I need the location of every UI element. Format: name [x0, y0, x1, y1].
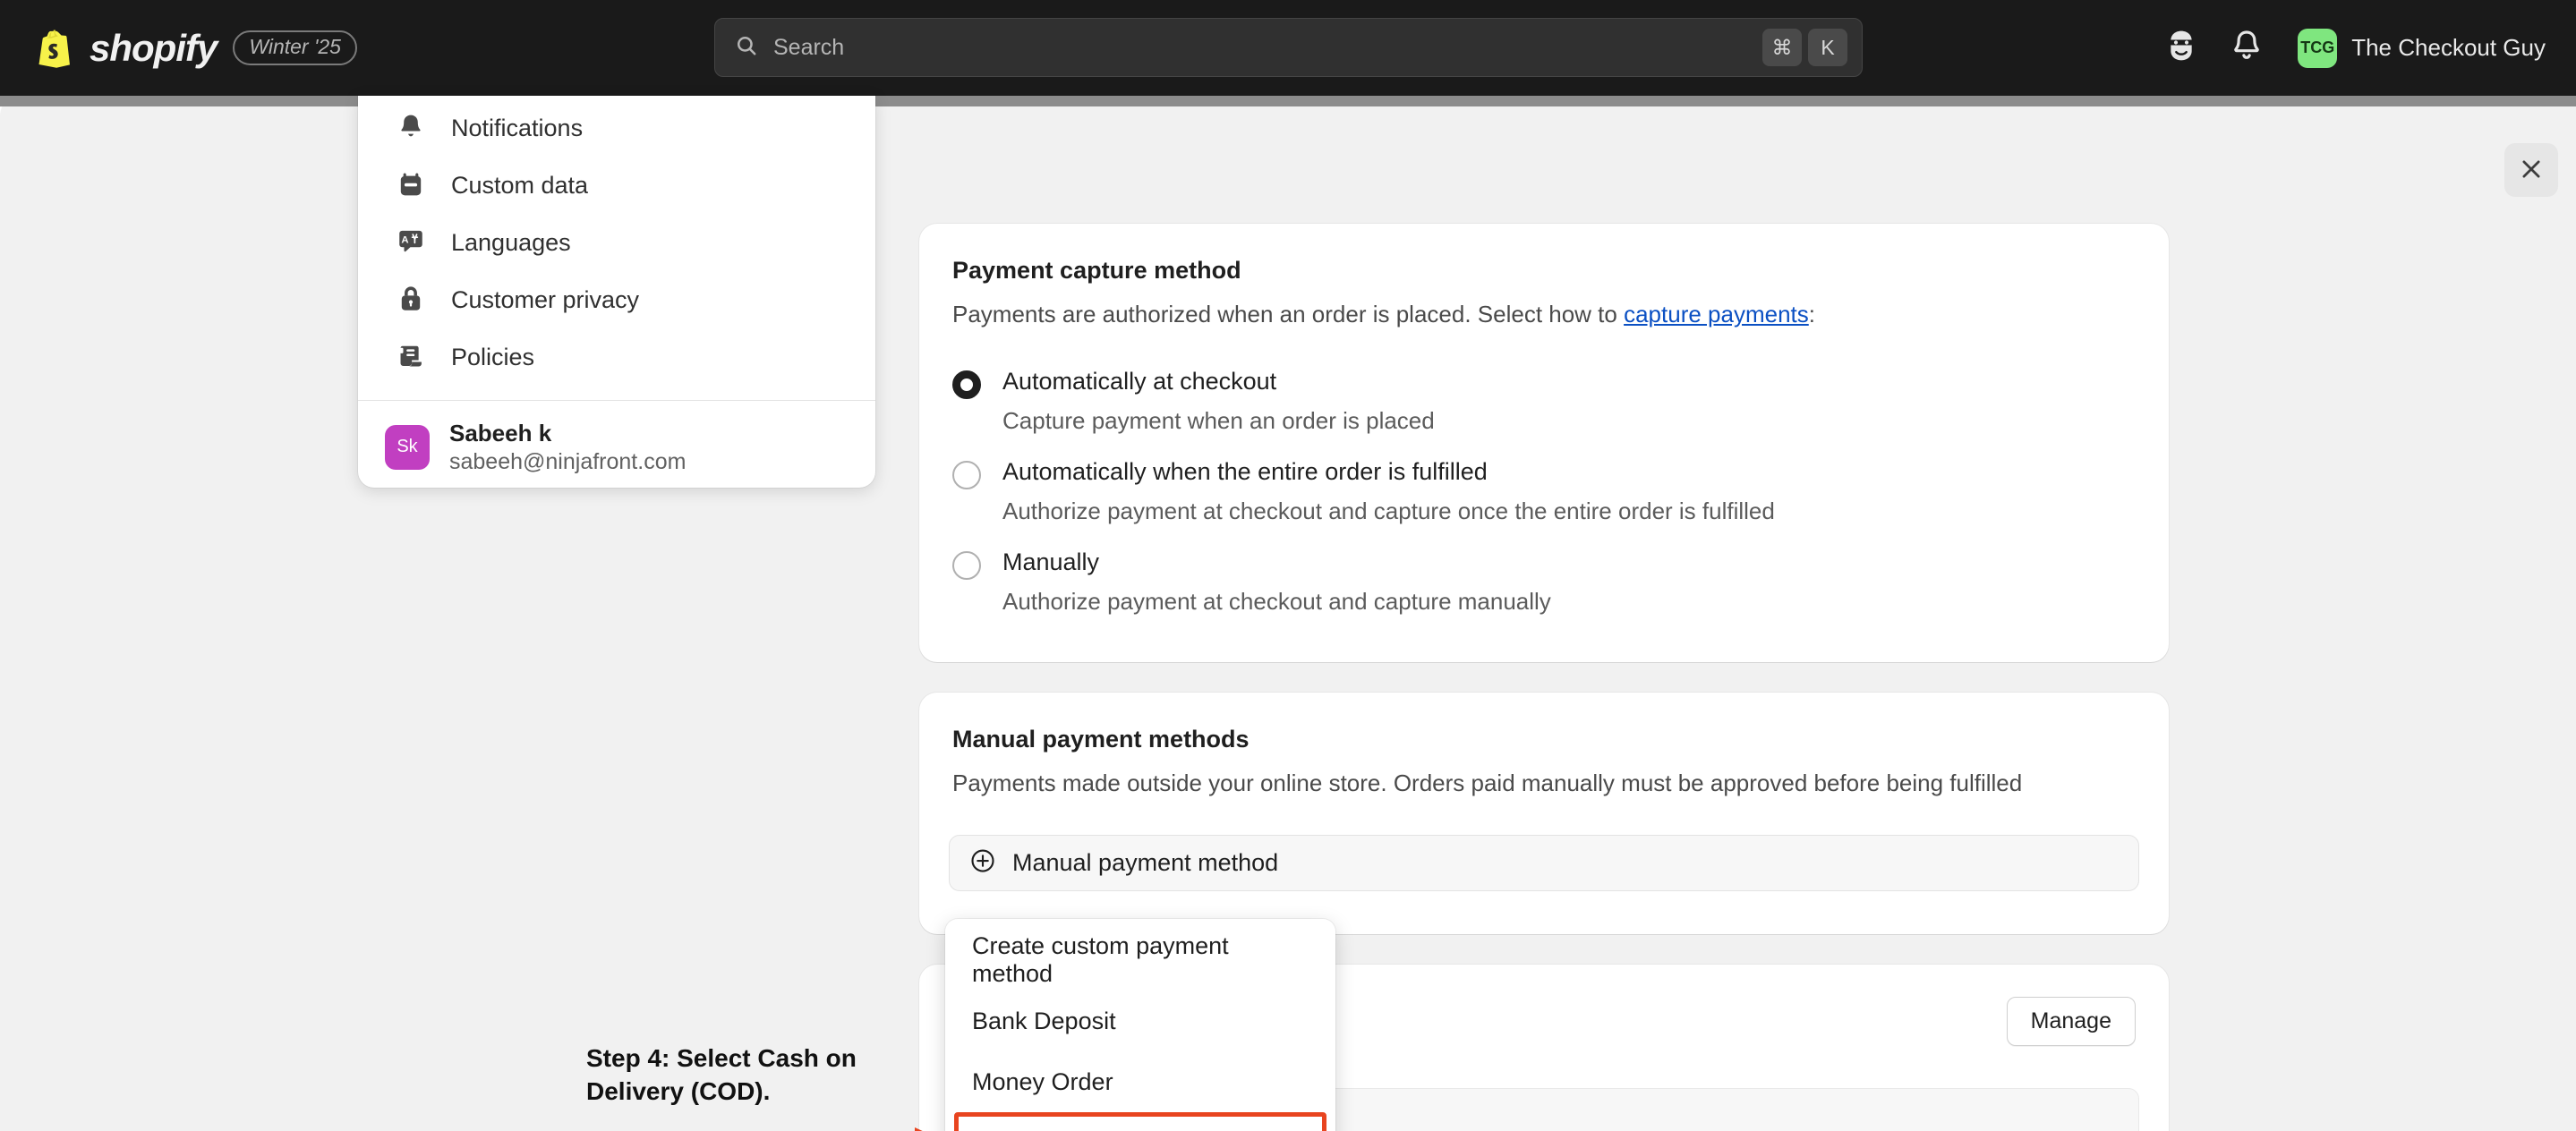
card-description: Payments are authorized when an order is…	[919, 285, 2169, 330]
sidebar-item-label: Policies	[451, 344, 534, 371]
manual-payment-methods-card: Manual payment methods Payments made out…	[919, 693, 2169, 934]
payment-capture-method-card: Payment capture method Payments are auth…	[919, 224, 2169, 662]
avatar: TCG	[2298, 29, 2337, 68]
radio-option-order-fulfilled[interactable]: Automatically when the entire order is f…	[952, 458, 2169, 525]
manage-button[interactable]: Manage	[2007, 997, 2136, 1046]
close-button[interactable]	[2504, 143, 2558, 197]
radio-help-text: Authorize payment at checkout and captur…	[1002, 497, 2169, 525]
sidebar-item-notifications[interactable]: Notifications	[372, 99, 861, 157]
shopify-bag-icon	[36, 28, 73, 69]
sidebar-item-label: Custom data	[451, 172, 588, 200]
close-icon	[2518, 156, 2545, 185]
svg-text:A: A	[401, 235, 408, 246]
card-title: Payment capture method	[919, 224, 2169, 285]
radio-option-manually[interactable]: Manually Authorize payment at checkout a…	[952, 548, 2169, 616]
description-prefix: Payments are authorized when an order is…	[952, 301, 1624, 327]
description-suffix: :	[1809, 301, 1815, 327]
sidebar-item-custom-data[interactable]: Custom data	[372, 157, 861, 214]
search-icon	[735, 34, 758, 62]
add-manual-payment-method-button[interactable]: Manual payment method	[949, 835, 2139, 891]
radio-label: Manually	[1002, 548, 1099, 576]
plus-circle-icon	[969, 847, 996, 879]
radio-order-fulfilled[interactable]	[952, 461, 981, 489]
kbd-k-badge: K	[1808, 29, 1847, 66]
settings-sidebar-popover: Notifications Custom data A Languages	[358, 96, 875, 488]
translate-icon: A	[396, 226, 428, 259]
radio-manually[interactable]	[952, 551, 981, 580]
radio-help-text: Capture payment when an order is placed	[1002, 407, 2169, 435]
capture-payments-link[interactable]: capture payments	[1624, 301, 1809, 327]
radio-automatic-checkout[interactable]	[952, 370, 981, 399]
radio-option-automatic-checkout[interactable]: Automatically at checkout Capture paymen…	[952, 368, 2169, 435]
sidebar-account-row[interactable]: Sk Sabeeh k sabeeh@ninjafront.com	[358, 401, 875, 488]
kbd-command-badge: ⌘	[1762, 29, 1802, 66]
search-placeholder: Search	[773, 35, 1756, 61]
brand-logo-group[interactable]: shopify Winter '25	[36, 0, 357, 96]
sidebar-item-label: Customer privacy	[451, 286, 639, 314]
radio-label: Automatically when the entire order is f…	[1002, 458, 1488, 486]
dropdown-item-cash-on-delivery[interactable]: Cash on Delivery (COD)	[954, 1112, 1326, 1131]
user-account-chip[interactable]: TCG The Checkout Guy	[2298, 29, 2546, 68]
annotation-text: Step 4: Select Cash on Delivery (COD).	[586, 1042, 882, 1109]
card-title: Manual payment methods	[919, 693, 2169, 753]
bell-icon	[396, 112, 428, 144]
card-description: Payments made outside your online store.…	[919, 753, 2169, 799]
top-navigation-bar: shopify Winter '25 Search ⌘ K	[0, 0, 2576, 96]
account-info: Sabeeh k sabeeh@ninjafront.com	[449, 419, 686, 476]
account-email: sabeeh@ninjafront.com	[449, 448, 686, 476]
avatar: Sk	[385, 425, 430, 470]
manual-payment-method-dropdown: Create custom payment method Bank Deposi…	[945, 919, 1335, 1131]
search-bar[interactable]: Search ⌘ K	[714, 18, 1863, 77]
bell-icon[interactable]	[2229, 28, 2265, 68]
capture-method-radio-group: Automatically at checkout Capture paymen…	[919, 330, 2169, 616]
scroll-document-icon	[396, 341, 428, 373]
sidebar-item-policies[interactable]: Policies	[372, 328, 861, 386]
user-name-label: The Checkout Guy	[2351, 34, 2546, 62]
masked-face-icon[interactable]	[2163, 28, 2199, 68]
shopify-wordmark: shopify	[90, 27, 217, 70]
annotation-arrow-icon	[716, 1120, 940, 1131]
database-icon	[396, 169, 428, 201]
add-manual-payment-method-label: Manual payment method	[1012, 849, 1278, 877]
radio-help-text: Authorize payment at checkout and captur…	[1002, 588, 2169, 616]
radio-label: Automatically at checkout	[1002, 368, 1276, 395]
sidebar-item-customer-privacy[interactable]: Customer privacy	[372, 271, 861, 328]
sidebar-item-label: Languages	[451, 229, 571, 257]
sidebar-item-label: Notifications	[451, 115, 583, 142]
dropdown-item-money-order[interactable]: Money Order	[954, 1051, 1326, 1112]
lock-icon	[396, 284, 428, 316]
sidebar-item-languages[interactable]: A Languages	[372, 214, 861, 271]
dropdown-item-bank-deposit[interactable]: Bank Deposit	[954, 991, 1326, 1051]
account-name: Sabeeh k	[449, 419, 686, 448]
version-badge: Winter '25	[233, 30, 357, 65]
dropdown-item-create-custom[interactable]: Create custom payment method	[954, 930, 1326, 991]
topbar-right-cluster: TCG The Checkout Guy	[2163, 0, 2546, 96]
